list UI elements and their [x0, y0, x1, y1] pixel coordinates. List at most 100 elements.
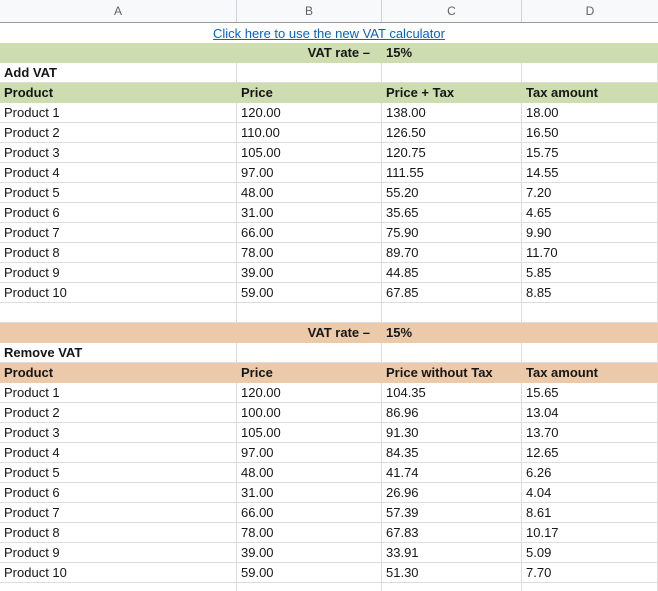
table-cell[interactable]: 31.00 — [237, 203, 382, 223]
table-cell[interactable]: Product 4 — [0, 163, 237, 183]
table-cell[interactable]: 97.00 — [237, 163, 382, 183]
table-cell[interactable]: Product 10 — [0, 563, 237, 583]
empty-cell[interactable] — [237, 583, 382, 591]
table-cell[interactable]: 15.65 — [522, 383, 658, 403]
table-cell[interactable]: 14.55 — [522, 163, 658, 183]
table-cell[interactable]: 100.00 — [237, 403, 382, 423]
vat-rate-label[interactable]: VAT rate – — [0, 43, 382, 63]
table-cell[interactable]: 31.00 — [237, 483, 382, 503]
empty-cell[interactable] — [382, 303, 522, 323]
empty-cell[interactable] — [382, 583, 522, 591]
column-header-c[interactable]: C — [382, 0, 522, 22]
table-cell[interactable]: 41.74 — [382, 463, 522, 483]
table-cell[interactable]: 26.96 — [382, 483, 522, 503]
table-cell[interactable]: 110.00 — [237, 123, 382, 143]
table-cell[interactable]: 67.83 — [382, 523, 522, 543]
table-cell[interactable]: Product 8 — [0, 523, 237, 543]
table-cell[interactable]: Product 9 — [0, 263, 237, 283]
header-cell-price-plus-tax[interactable]: Price + Tax — [382, 83, 522, 103]
table-cell[interactable]: 89.70 — [382, 243, 522, 263]
table-cell[interactable]: 8.85 — [522, 283, 658, 303]
header-cell-product[interactable]: Product — [0, 83, 237, 103]
empty-cell[interactable] — [522, 343, 658, 363]
table-cell[interactable]: 97.00 — [237, 443, 382, 463]
table-cell[interactable]: Product 2 — [0, 403, 237, 423]
empty-cell[interactable] — [0, 303, 237, 323]
table-cell[interactable]: 48.00 — [237, 463, 382, 483]
table-cell[interactable]: Product 5 — [0, 463, 237, 483]
table-cell[interactable]: 67.85 — [382, 283, 522, 303]
table-cell[interactable]: 7.20 — [522, 183, 658, 203]
table-cell[interactable]: Product 5 — [0, 183, 237, 203]
table-cell[interactable]: 57.39 — [382, 503, 522, 523]
table-cell[interactable]: 5.85 — [522, 263, 658, 283]
table-cell[interactable]: 39.00 — [237, 543, 382, 563]
table-cell[interactable]: Product 2 — [0, 123, 237, 143]
empty-cell[interactable] — [522, 583, 658, 591]
header-cell-price-without-tax[interactable]: Price without Tax — [382, 363, 522, 383]
empty-cell[interactable] — [237, 343, 382, 363]
vat-rate-label[interactable]: VAT rate – — [0, 323, 382, 343]
empty-cell[interactable] — [522, 303, 658, 323]
empty-cell[interactable] — [237, 303, 382, 323]
table-cell[interactable]: 55.20 — [382, 183, 522, 203]
table-cell[interactable]: 4.65 — [522, 203, 658, 223]
table-cell[interactable]: 48.00 — [237, 183, 382, 203]
table-cell[interactable]: 35.65 — [382, 203, 522, 223]
table-cell[interactable]: 59.00 — [237, 563, 382, 583]
table-cell[interactable]: 15.75 — [522, 143, 658, 163]
table-cell[interactable]: 138.00 — [382, 103, 522, 123]
table-cell[interactable]: 7.70 — [522, 563, 658, 583]
table-cell[interactable]: 12.65 — [522, 443, 658, 463]
column-header-d[interactable]: D — [522, 0, 658, 22]
table-cell[interactable]: 120.00 — [237, 103, 382, 123]
table-cell[interactable]: 91.30 — [382, 423, 522, 443]
table-cell[interactable]: Product 3 — [0, 423, 237, 443]
table-cell[interactable]: 16.50 — [522, 123, 658, 143]
table-cell[interactable]: 13.70 — [522, 423, 658, 443]
vat-calculator-link[interactable]: Click here to use the new VAT calculator — [213, 26, 445, 41]
table-cell[interactable]: 104.35 — [382, 383, 522, 403]
table-cell[interactable]: 33.91 — [382, 543, 522, 563]
table-cell[interactable]: 39.00 — [237, 263, 382, 283]
table-cell[interactable]: Product 9 — [0, 543, 237, 563]
table-cell[interactable]: 4.04 — [522, 483, 658, 503]
table-cell[interactable]: Product 10 — [0, 283, 237, 303]
vat-rate-value[interactable]: 15% — [382, 43, 658, 63]
table-cell[interactable]: Product 4 — [0, 443, 237, 463]
table-cell[interactable]: 66.00 — [237, 223, 382, 243]
table-cell[interactable]: 111.55 — [382, 163, 522, 183]
empty-cell[interactable] — [0, 583, 237, 591]
table-cell[interactable]: 84.35 — [382, 443, 522, 463]
table-cell[interactable]: 51.30 — [382, 563, 522, 583]
section-label-remove-vat[interactable]: Remove VAT — [0, 343, 237, 363]
table-cell[interactable]: Product 1 — [0, 103, 237, 123]
header-cell-price[interactable]: Price — [237, 363, 382, 383]
table-cell[interactable]: 59.00 — [237, 283, 382, 303]
header-cell-product[interactable]: Product — [0, 363, 237, 383]
table-cell[interactable]: 6.26 — [522, 463, 658, 483]
table-cell[interactable]: 105.00 — [237, 423, 382, 443]
table-cell[interactable]: 126.50 — [382, 123, 522, 143]
table-cell[interactable]: 8.61 — [522, 503, 658, 523]
empty-cell[interactable] — [382, 63, 522, 83]
header-cell-tax-amount[interactable]: Tax amount — [522, 83, 658, 103]
table-cell[interactable]: Product 3 — [0, 143, 237, 163]
table-cell[interactable]: 18.00 — [522, 103, 658, 123]
table-cell[interactable]: Product 8 — [0, 243, 237, 263]
table-cell[interactable]: Product 7 — [0, 503, 237, 523]
table-cell[interactable]: 78.00 — [237, 243, 382, 263]
table-cell[interactable]: 44.85 — [382, 263, 522, 283]
table-cell[interactable]: 78.00 — [237, 523, 382, 543]
vat-rate-value[interactable]: 15% — [382, 323, 658, 343]
table-cell[interactable]: Product 6 — [0, 483, 237, 503]
section-label-add-vat[interactable]: Add VAT — [0, 63, 237, 83]
table-cell[interactable]: Product 7 — [0, 223, 237, 243]
table-cell[interactable]: 105.00 — [237, 143, 382, 163]
table-cell[interactable]: Product 6 — [0, 203, 237, 223]
table-cell[interactable]: 86.96 — [382, 403, 522, 423]
column-header-a[interactable]: A — [0, 0, 237, 22]
table-cell[interactable]: 13.04 — [522, 403, 658, 423]
header-cell-price[interactable]: Price — [237, 83, 382, 103]
table-cell[interactable]: 11.70 — [522, 243, 658, 263]
